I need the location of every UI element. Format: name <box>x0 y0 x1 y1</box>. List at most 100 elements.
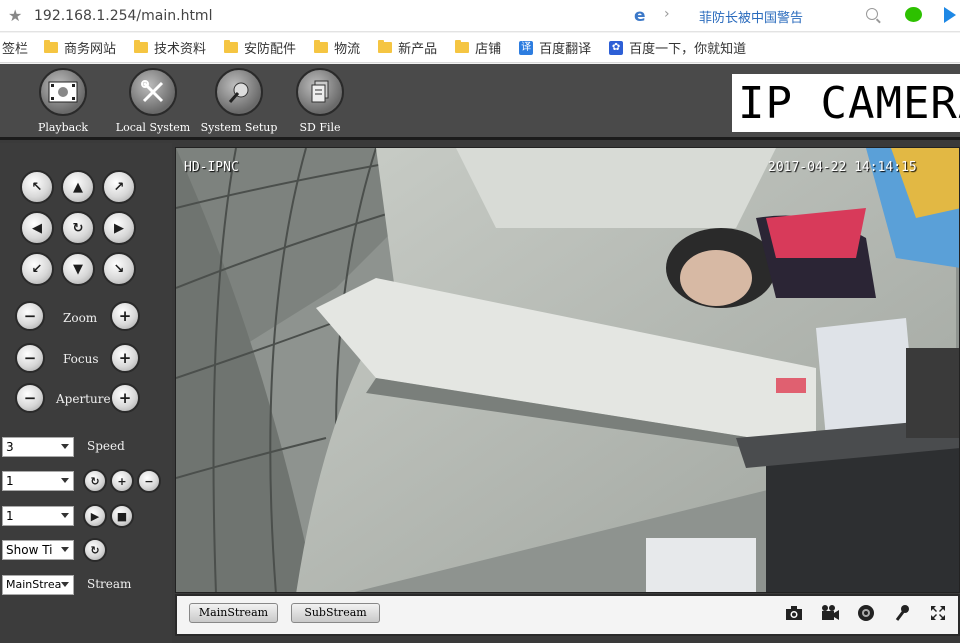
osd-select[interactable]: Show Ti <box>2 540 74 560</box>
record-video-icon[interactable] <box>819 603 841 623</box>
folder-icon <box>44 40 59 53</box>
playback-button[interactable]: Playback <box>18 68 108 134</box>
baidu-paw-icon: ✿ <box>609 40 624 55</box>
fullscreen-icon[interactable] <box>927 603 949 623</box>
camera-snapshot-icon[interactable] <box>783 603 805 623</box>
zoom-out-button[interactable]: − <box>15 301 45 331</box>
aperture-close-button[interactable]: − <box>15 383 45 413</box>
osd-timestamp: 2017-04-22 14:14:15 <box>768 160 917 175</box>
sd-file-icon <box>296 68 344 116</box>
tools-icon <box>129 68 177 116</box>
microphone-icon[interactable] <box>892 603 914 623</box>
arrow-down-left-icon: ↙ <box>31 261 43 277</box>
camera-app: Playback Local System System Setup SD Fi… <box>0 64 960 643</box>
bookmark-item[interactable]: 安防配件 <box>224 38 296 57</box>
focus-far-button[interactable]: + <box>110 343 140 373</box>
preset-call-button[interactable]: ↻ <box>83 469 107 493</box>
zoom-in-button[interactable]: + <box>110 301 140 331</box>
ie-compat-icon[interactable]: e <box>634 6 646 26</box>
arrow-left-icon: ◀ <box>32 220 42 236</box>
chevron-down-icon <box>61 582 69 587</box>
ptz-right-button[interactable]: ▶ <box>102 211 136 245</box>
plus-icon: + <box>118 349 132 367</box>
chevron-down-icon <box>61 513 69 518</box>
zoom-label: Zoom <box>63 311 98 325</box>
cruise-start-button[interactable]: ▶ <box>83 504 107 528</box>
wrench-gear-icon <box>215 68 263 116</box>
preset-set-button[interactable]: + <box>110 469 134 493</box>
cruise-stop-button[interactable]: ■ <box>110 504 134 528</box>
bookmark-item[interactable]: 物流 <box>314 38 360 57</box>
chevron-right-icon[interactable]: › <box>664 6 670 22</box>
local-system-button[interactable]: Local System <box>108 68 198 134</box>
chevron-down-icon <box>61 444 69 449</box>
substream-button[interactable]: SubStream <box>291 603 380 623</box>
bookmark-item[interactable]: 译百度翻译 <box>519 38 591 57</box>
sd-file-button[interactable]: SD File <box>275 68 365 134</box>
ptz-up-right-button[interactable]: ↗ <box>102 170 136 204</box>
arrow-down-icon: ▼ <box>73 261 83 277</box>
ptz-auto-scan-button[interactable]: ↻ <box>61 211 95 245</box>
arrow-up-right-icon: ↗ <box>113 179 125 195</box>
camera-frame-image <box>176 148 959 592</box>
aperture-label: Aperture <box>56 392 111 406</box>
arrow-right-icon: ▶ <box>114 220 124 236</box>
aperture-open-button[interactable]: + <box>110 383 140 413</box>
search-icon[interactable] <box>866 8 878 20</box>
stop-icon: ■ <box>116 509 128 523</box>
bookmark-item[interactable]: 店铺 <box>455 38 501 57</box>
osd-refresh-button[interactable]: ↻ <box>83 538 107 562</box>
plus-icon: + <box>118 389 132 407</box>
minus-icon: − <box>23 307 37 325</box>
bookmark-item[interactable]: 新产品 <box>378 38 437 57</box>
bookmark-item[interactable]: ✿ 百度一下，你就知道 <box>609 38 746 57</box>
play-icon: ▶ <box>90 509 100 523</box>
stream-label: Stream <box>87 577 132 591</box>
search-suggestion[interactable]: 菲防长被中国警告 <box>699 7 803 26</box>
chevron-down-icon <box>61 478 69 483</box>
arrow-down-right-icon: ↘ <box>113 261 125 277</box>
folder-icon <box>378 40 393 53</box>
bookmark-item[interactable]: 技术资料 <box>134 38 206 57</box>
folder-icon <box>455 40 470 53</box>
live-video-view[interactable]: HD-IPNC 2017-04-22 14:14:15 <box>175 147 960 593</box>
video-extension-icon[interactable] <box>944 7 956 23</box>
ptz-down-left-button[interactable]: ↙ <box>20 252 54 286</box>
preset-clear-button[interactable]: − <box>137 469 161 493</box>
playback-film-icon <box>39 68 87 116</box>
ptz-up-left-button[interactable]: ↖ <box>20 170 54 204</box>
bookmarks-label[interactable]: 签栏 <box>2 38 28 57</box>
plus-icon: + <box>118 307 132 325</box>
folder-icon <box>134 40 149 53</box>
stream-select[interactable]: MainStrea <box>2 575 74 595</box>
ptz-panel: ↖ ▲ ↗ ◀ ↻ ▶ ↙ ▼ ↘ − Zoom + − Focus + − A… <box>0 143 172 643</box>
brand-logo: IP CAMERA <box>732 74 960 132</box>
speed-label: Speed <box>87 439 125 453</box>
speed-select[interactable]: 3 <box>2 437 74 457</box>
focus-near-button[interactable]: − <box>15 343 45 373</box>
folder-icon <box>314 40 329 53</box>
refresh-icon: ↻ <box>72 220 84 236</box>
arrow-up-left-icon: ↖ <box>31 179 43 195</box>
cruise-select[interactable]: 1 <box>2 506 74 526</box>
translate-icon: 译 <box>519 40 534 55</box>
mainstream-button[interactable]: MainStream <box>189 603 278 623</box>
bookmark-item[interactable]: 商务网站 <box>44 38 116 57</box>
ptz-left-button[interactable]: ◀ <box>20 211 54 245</box>
ptz-down-button[interactable]: ▼ <box>61 252 95 286</box>
preset-select[interactable]: 1 <box>2 471 74 491</box>
video-control-bar: MainStream SubStream <box>175 594 960 636</box>
ptz-up-button[interactable]: ▲ <box>61 170 95 204</box>
wechat-icon[interactable] <box>905 7 922 22</box>
focus-label: Focus <box>63 352 99 366</box>
bookmark-star-icon[interactable]: ★ <box>8 6 24 25</box>
speaker-icon[interactable] <box>855 603 877 623</box>
minus-icon: − <box>23 389 37 407</box>
address-bar: ★ 192.168.1.254/main.html e › 菲防长被中国警告 <box>0 0 960 32</box>
ptz-down-right-button[interactable]: ↘ <box>102 252 136 286</box>
system-setup-button[interactable]: System Setup <box>194 68 284 134</box>
url-field[interactable]: 192.168.1.254/main.html <box>34 8 212 24</box>
refresh-icon: ↻ <box>90 474 100 488</box>
refresh-icon: ↻ <box>90 543 100 557</box>
chevron-down-icon <box>61 547 69 552</box>
